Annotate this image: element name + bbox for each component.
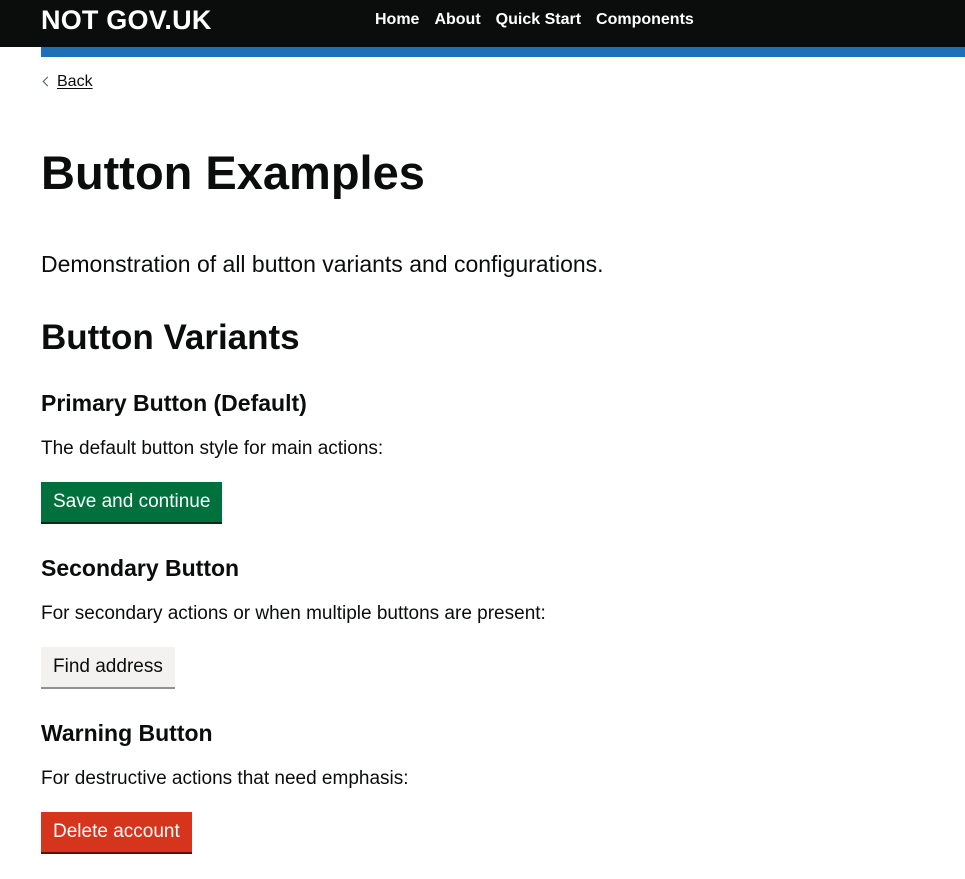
secondary-description: For secondary actions or when multiple b… [41,603,546,624]
chevron-left-icon [42,76,53,87]
primary-heading: Primary Button (Default) [41,390,307,416]
nav-about[interactable]: About [434,10,480,30]
warning-description: For destructive actions that need emphas… [41,768,409,789]
nav-components[interactable]: Components [596,10,694,30]
page-lead: Demonstration of all button variants and… [41,251,604,277]
delete-account-button[interactable]: Delete account [41,812,192,852]
save-and-continue-button[interactable]: Save and continue [41,482,223,522]
section-heading-button-variants: Button Variants [41,318,300,357]
warning-heading: Warning Button [41,720,213,746]
main-nav: Home About Quick Start Components [375,10,694,30]
nav-home[interactable]: Home [375,10,419,30]
site-header: NOT GOV.UK Home About Quick Start Compon… [0,0,965,47]
back-link-container: Back [41,72,93,92]
page-title: Button Examples [41,146,425,199]
back-link[interactable]: Back [57,72,93,92]
nav-quick-start[interactable]: Quick Start [496,10,581,30]
find-address-button[interactable]: Find address [41,647,175,687]
primary-description: The default button style for main action… [41,438,384,459]
secondary-heading: Secondary Button [41,555,240,581]
site-logo[interactable]: NOT GOV.UK [41,5,212,35]
header-accent-bar [41,47,965,57]
